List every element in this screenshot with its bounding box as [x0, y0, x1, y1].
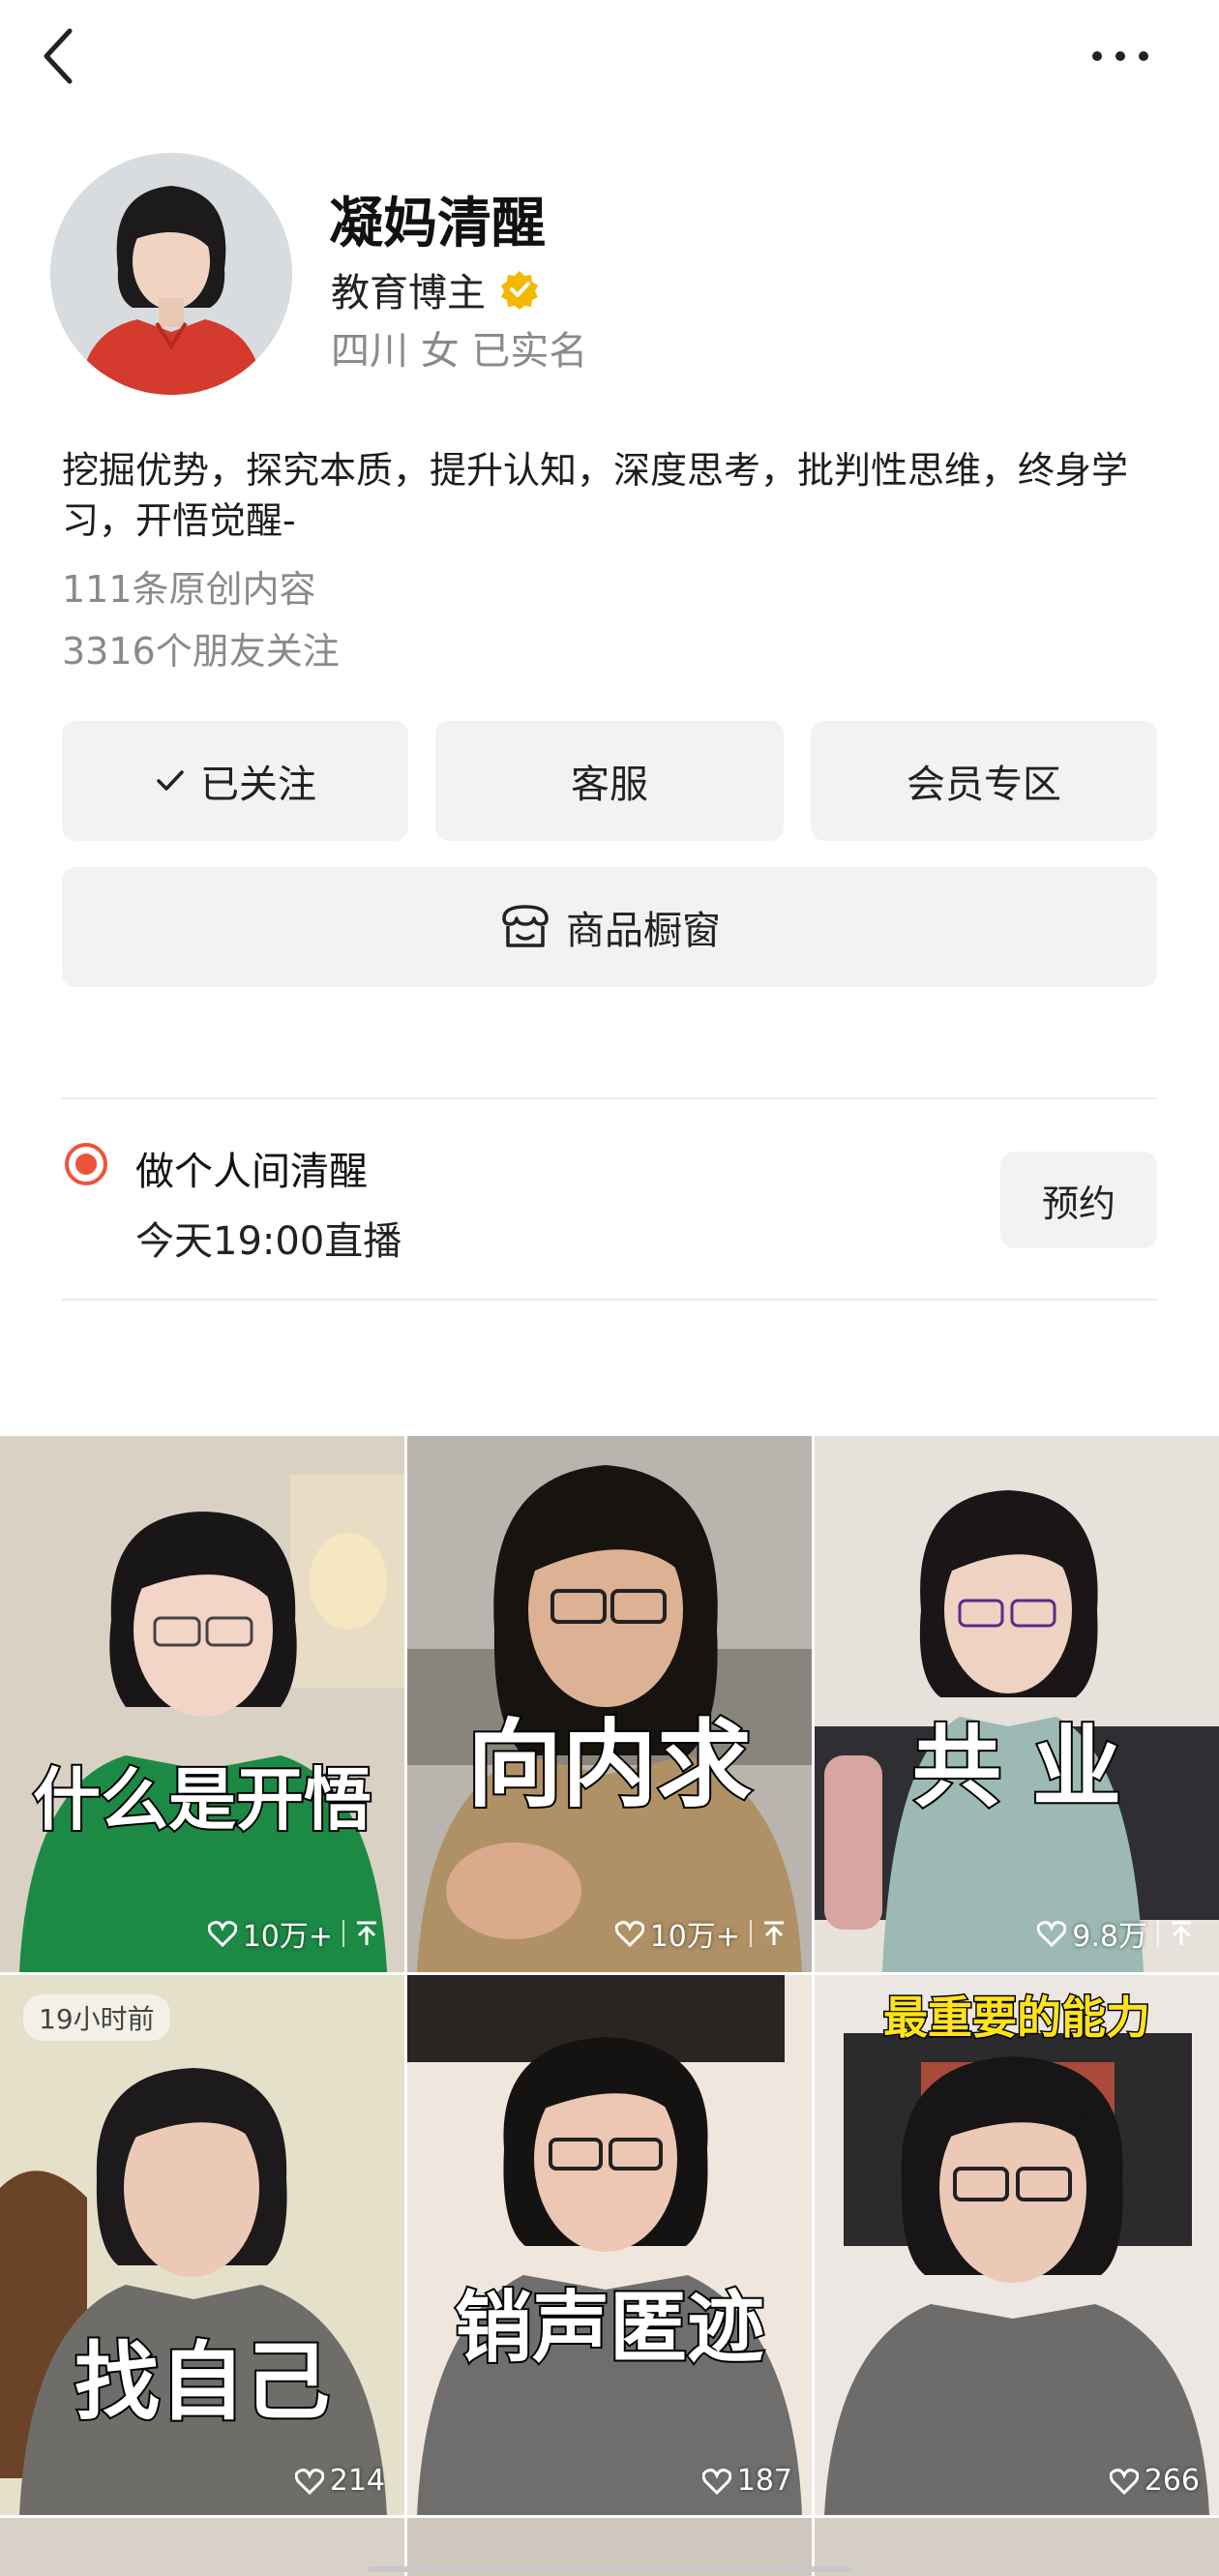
video-likes: 214 — [294, 2464, 385, 2498]
video-thumbnail — [0, 1436, 404, 1972]
shop-window-button[interactable]: 商品橱窗 — [62, 867, 1157, 987]
video-tile[interactable] — [815, 2518, 1219, 2576]
video-tile[interactable]: 销声匿迹 187 — [407, 1975, 812, 2515]
avatar-portrait — [50, 153, 292, 395]
pinned-icon — [342, 1920, 385, 1947]
profile-role: 教育博主 — [331, 261, 540, 317]
pinned-icon — [750, 1920, 792, 1947]
video-caption: 销声匿迹 — [453, 2281, 766, 2375]
video-likes: 10万+ — [614, 1912, 792, 1955]
more-dots-icon — [1092, 51, 1148, 61]
original-content-count[interactable]: 111条原创内容 — [62, 559, 316, 613]
home-indicator[interactable] — [368, 2566, 851, 2572]
likes-count: 9.8万 — [1072, 1920, 1147, 1954]
time-badge: 19小时前 — [23, 1994, 170, 2041]
profile-bio: 挖掘优势，探究本质，提升认知，深度思考，批判性思维，终身学习，开悟觉醒- — [62, 449, 1129, 542]
video-tile[interactable]: 什么是开悟 10万+ — [0, 1436, 404, 1972]
live-schedule: 今天19:00直播 — [135, 1219, 402, 1264]
video-caption: 什么是开悟 — [31, 1758, 373, 1842]
profile-name: 凝妈清醒 — [329, 193, 546, 255]
shop-window-icon — [498, 903, 552, 951]
friends-following-count[interactable]: 3316个朋友关注 — [62, 621, 340, 674]
video-tile[interactable]: 共 业 9.8万 — [815, 1436, 1219, 1972]
member-zone-label: 会员专区 — [907, 763, 1061, 807]
likes-count: 187 — [736, 2464, 792, 2498]
verified-badge-icon — [499, 269, 540, 310]
heart-icon — [614, 1921, 644, 1947]
likes-count: 10万+ — [649, 1920, 740, 1954]
likes-count: 214 — [329, 2464, 385, 2498]
video-likes: 9.8万 — [1037, 1912, 1200, 1955]
video-caption: 找自己 — [73, 2330, 332, 2434]
video-likes: 10万+ — [207, 1912, 385, 1955]
video-tile[interactable]: 19小时前 找自己 214 — [0, 1975, 404, 2515]
likes-count: 266 — [1144, 2464, 1200, 2498]
video-thumbnail — [407, 1975, 812, 2515]
video-likes: 266 — [1109, 2464, 1200, 2498]
video-banner: 最重要的能力 — [882, 1991, 1152, 2046]
video-tile[interactable]: 向内求 10万+ — [407, 1436, 812, 1972]
shop-window-label: 商品橱窗 — [566, 909, 721, 953]
followed-button[interactable]: 已关注 — [62, 721, 408, 841]
customer-service-button[interactable]: 客服 — [435, 721, 784, 841]
likes-count: 10万+ — [242, 1920, 333, 1954]
chevron-left-icon — [44, 28, 73, 84]
check-icon — [154, 764, 187, 797]
live-indicator-icon — [64, 1142, 108, 1186]
more-options-button[interactable] — [1082, 29, 1159, 77]
divider — [62, 1299, 1157, 1301]
video-caption: 向内求 — [465, 1708, 754, 1822]
video-tile[interactable]: 最重要的能力 266 — [815, 1975, 1219, 2515]
video-likes: 187 — [701, 2464, 792, 2498]
divider — [62, 1097, 1157, 1099]
heart-icon — [294, 2468, 324, 2495]
profile-meta: 四川 女 已实名 — [331, 329, 588, 374]
member-zone-button[interactable]: 会员专区 — [811, 721, 1157, 841]
heart-icon — [207, 1921, 237, 1947]
reserve-button[interactable]: 预约 — [1000, 1152, 1157, 1248]
followed-label: 已关注 — [200, 763, 316, 807]
video-caption: 共 业 — [910, 1714, 1123, 1821]
pinned-icon — [1157, 1920, 1200, 1947]
role-label: 教育博主 — [331, 271, 486, 315]
avatar[interactable] — [50, 153, 292, 395]
heart-icon — [1037, 1921, 1067, 1947]
live-title[interactable]: 做个人间清醒 — [135, 1140, 368, 1196]
video-tile[interactable] — [0, 2518, 404, 2576]
heart-icon — [1109, 2468, 1139, 2495]
video-thumbnail — [815, 1975, 1219, 2515]
back-button[interactable] — [27, 17, 95, 95]
reserve-label: 预约 — [1041, 1182, 1115, 1225]
customer-service-label: 客服 — [571, 763, 648, 807]
heart-icon — [701, 2468, 731, 2495]
